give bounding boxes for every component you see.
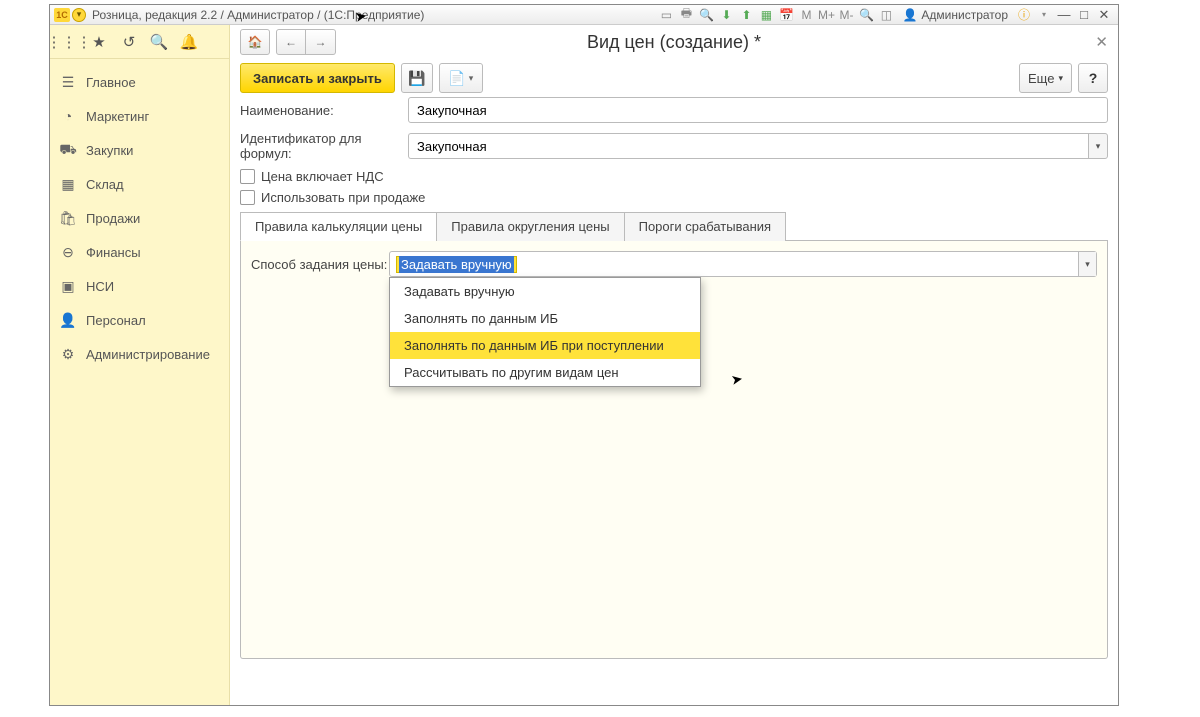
method-select-value: Задавать вручную [390,252,1078,276]
page-title: Вид цен (создание) * [587,32,761,53]
name-label: Наименование: [240,103,408,118]
maximize-button[interactable]: □ [1075,7,1093,23]
sidebar-item-label: НСИ [86,279,114,294]
method-label: Способ задания цены: [251,257,389,272]
vat-checkbox-row[interactable]: Цена включает НДС [240,169,1108,184]
more-button[interactable]: Еще▾ [1019,63,1072,93]
id-input[interactable] [408,133,1088,159]
id-dropdown-button[interactable]: ▾ [1088,133,1108,159]
sidebar-item-sales[interactable]: 🛍 Продажи [50,201,229,235]
id-label: Идентификатор для формул: [240,131,408,161]
window-icon[interactable]: ▭ [657,6,675,24]
warehouse-icon: ▦ [60,176,76,192]
use-sale-checkbox-row[interactable]: Использовать при продаже [240,190,1108,205]
info-drop-icon[interactable]: ▾ [1035,6,1053,24]
use-sale-checkbox-label: Использовать при продаже [261,190,425,205]
tab-panel: Способ задания цены: Задавать вручную ▾ … [240,241,1108,659]
sidebar-item-admin[interactable]: ⚙ Администрирование [50,337,229,371]
vat-checkbox-label: Цена включает НДС [261,169,384,184]
main-area: 🏠 ← → Вид цен (создание) * ✕ Записать и … [230,25,1118,705]
m-minus-icon[interactable]: M- [837,6,855,24]
print-icon[interactable]: 🖶 [677,6,695,24]
person-icon: 👤 [60,312,76,328]
sidebar-item-label: Маркетинг [86,109,149,124]
method-dropdown: Задавать вручную Заполнять по данным ИБ … [389,277,701,387]
sidebar-item-finance[interactable]: ⊖ Финансы [50,235,229,269]
window-title: Розница, редакция 2.2 / Администратор / … [92,8,424,22]
search-icon[interactable]: 🔍 [150,33,168,51]
save-button[interactable]: 💾 [401,63,433,93]
form-toolbar: Записать и закрыть 💾 📄▾ Еще▾ ? [230,59,1118,97]
link-icon[interactable]: 🔍 [697,6,715,24]
sidebar: ⋮⋮⋮ ★ ↺ 🔍 🔔 ☰ Главное ◔ Маркетинг ⛟ Закупки… [50,25,230,705]
apps-icon[interactable]: ⋮⋮⋮ [60,33,78,51]
calendar-icon[interactable]: 📅 [777,6,795,24]
folder-icon: ▣ [60,278,76,294]
nav-list: ☰ Главное ◔ Маркетинг ⛟ Закупки ▦ Склад 🛍 Про… [50,59,229,377]
star-icon[interactable]: ★ [90,33,108,51]
sidebar-item-label: Финансы [86,245,141,260]
forward-button[interactable]: → [306,29,336,55]
close-page-button[interactable]: ✕ [1095,33,1108,51]
form-body: Наименование: Идентификатор для формул: … [230,97,1118,659]
zoom-icon[interactable]: 🔍 [857,6,875,24]
method-select[interactable]: Задавать вручную ▾ [389,251,1097,277]
close-window-button[interactable]: ✕ [1095,7,1113,23]
back-button[interactable]: ← [276,29,306,55]
m-plus-icon[interactable]: M+ [817,6,835,24]
tab-calc-rules[interactable]: Правила калькуляции цены [240,212,437,241]
sidebar-item-nsi[interactable]: ▣ НСИ [50,269,229,303]
use-sale-checkbox[interactable] [240,190,255,205]
sidebar-item-label: Закупки [86,143,133,158]
menu-icon: ☰ [60,74,76,90]
sidebar-top-toolbar: ⋮⋮⋮ ★ ↺ 🔍 🔔 [50,25,229,59]
gear-icon: ⚙ [60,346,76,362]
save-close-button[interactable]: Записать и закрыть [240,63,395,93]
method-option-calc-other[interactable]: Рассчитывать по другим видам цен [390,359,700,386]
titlebar: 1C ▾ Розница, редакция 2.2 / Администрат… [50,5,1118,25]
sidebar-item-label: Главное [86,75,136,90]
upload-icon[interactable]: ⬆ [737,6,755,24]
method-option-manual[interactable]: Задавать вручную [390,278,700,305]
help-button[interactable]: ? [1078,63,1108,93]
method-select-dropdown-button[interactable]: ▾ [1078,252,1096,276]
info-icon[interactable]: ⓘ [1015,6,1033,24]
m-icon[interactable]: M [797,6,815,24]
sidebar-item-warehouse[interactable]: ▦ Склад [50,167,229,201]
app-logo-icon: 1C [54,8,70,22]
sidebar-item-purchases[interactable]: ⛟ Закупки [50,133,229,167]
actions-button[interactable]: 📄▾ [439,63,483,93]
bell-icon[interactable]: 🔔 [180,33,198,51]
sidebar-item-label: Администрирование [86,347,210,362]
coin-icon: ⊖ [60,244,76,260]
grid-icon[interactable]: ▦ [757,6,775,24]
user-chip[interactable]: 👤 Администратор [902,8,1008,22]
history-icon[interactable]: ↺ [120,33,138,51]
method-option-fill-ib[interactable]: Заполнять по данным ИБ [390,305,700,332]
sidebar-item-label: Продажи [86,211,140,226]
tab-thresholds[interactable]: Пороги срабатывания [624,212,786,241]
cart-icon: ⛟ [60,142,76,158]
download-icon[interactable]: ⬇ [717,6,735,24]
tabs: Правила калькуляции цены Правила округле… [240,211,1108,241]
user-label: Администратор [921,8,1008,22]
sidebar-item-label: Склад [86,177,124,192]
sidebar-item-label: Персонал [86,313,146,328]
home-button[interactable]: 🏠 [240,29,270,55]
sidebar-item-main[interactable]: ☰ Главное [50,65,229,99]
layout-icon[interactable]: ◫ [877,6,895,24]
name-input[interactable] [408,97,1108,123]
main-header: 🏠 ← → Вид цен (создание) * ✕ [230,25,1118,59]
user-icon: 👤 [902,8,917,22]
tab-rounding-rules[interactable]: Правила округления цены [436,212,624,241]
method-option-fill-ib-receipt[interactable]: Заполнять по данным ИБ при поступлении [390,332,700,359]
app-menu-dropdown[interactable]: ▾ [72,8,86,22]
vat-checkbox[interactable] [240,169,255,184]
sidebar-item-marketing[interactable]: ◔ Маркетинг [50,99,229,133]
minimize-button[interactable]: — [1055,7,1073,23]
bag-icon: 🛍 [60,210,76,226]
chart-icon: ◔ [60,108,76,124]
sidebar-item-personnel[interactable]: 👤 Персонал [50,303,229,337]
